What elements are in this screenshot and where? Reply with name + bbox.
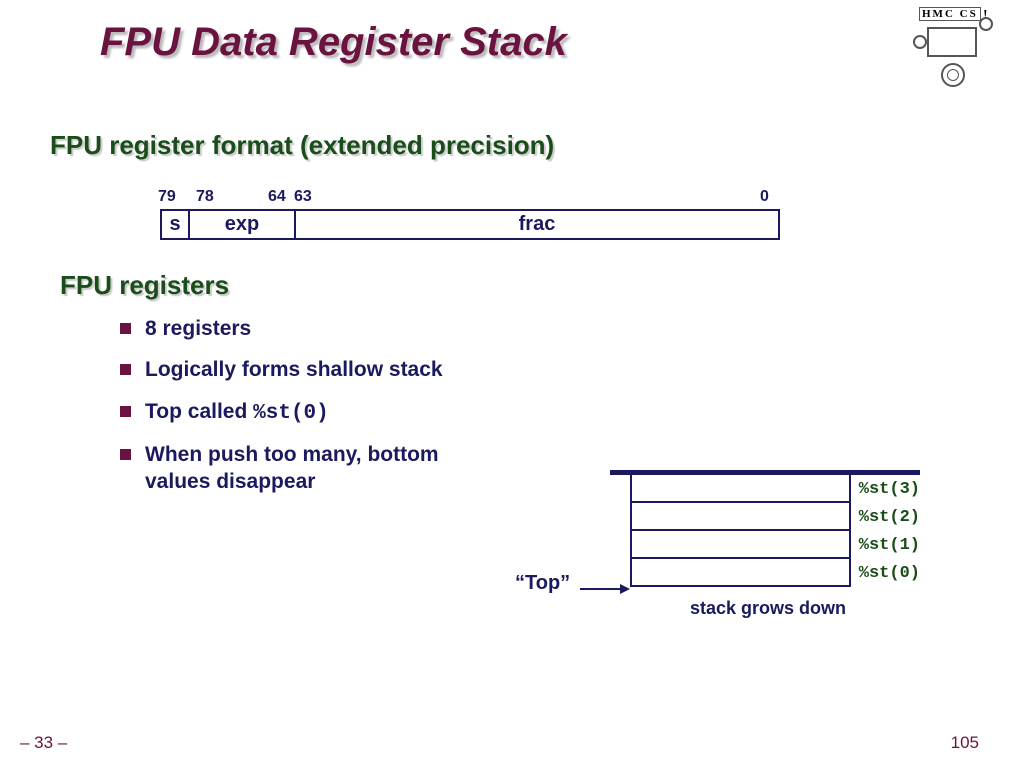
stack-label-2: %st(2): [859, 508, 920, 527]
stack-label-0: %st(0): [859, 564, 920, 583]
register-format-diagram: s exp frac: [160, 209, 780, 240]
bit-63: 63: [294, 188, 312, 206]
logo-arm-left: [913, 35, 927, 49]
bullet-3-text: Top called: [145, 400, 253, 423]
page-number-left: – 33 –: [20, 733, 67, 753]
bit-0: 0: [760, 188, 769, 206]
stack-cell: [630, 503, 851, 531]
bullet-4: When push too many, bottom values disapp…: [120, 441, 480, 496]
stack-row: %st(1): [610, 531, 920, 559]
field-sign: s: [162, 211, 190, 238]
bullet-list: 8 registers Logically forms shallow stac…: [120, 315, 480, 509]
stack-cell: [630, 559, 851, 587]
bit-64: 64: [268, 188, 286, 206]
bullet-1: 8 registers: [120, 315, 480, 342]
stack-label-1: %st(1): [859, 536, 920, 555]
stack-label-3: %st(3): [859, 480, 920, 499]
bit-78: 78: [196, 188, 214, 206]
stack-cell: [630, 475, 851, 503]
bit-position-labels: 79 78 64 63 0: [160, 188, 780, 208]
section-title-format: FPU register format (extended precision): [50, 130, 554, 161]
field-frac: frac: [296, 211, 778, 238]
logo-wheel: [941, 63, 965, 87]
stack-row: %st(2): [610, 503, 920, 531]
stack-grow-text: stack grows down: [690, 598, 846, 619]
section-title-registers: FPU registers: [60, 270, 229, 301]
slide-title: FPU Data Register Stack: [100, 20, 567, 65]
top-label: “Top”: [515, 572, 570, 595]
bit-79: 79: [158, 188, 176, 206]
stack-row: %st(3): [610, 475, 920, 503]
bullet-2: Logically forms shallow stack: [120, 356, 480, 383]
stack-diagram: %st(3) %st(2) %st(1) %st(0) stack grows …: [610, 470, 920, 587]
logo-body: [927, 27, 977, 57]
logo-arm-right: [979, 17, 993, 31]
bullet-3: Top called %st(0): [120, 398, 480, 427]
logo-text: HMC CS: [919, 7, 981, 21]
page-number-right: 105: [951, 733, 979, 753]
field-exp: exp: [190, 211, 296, 238]
stack-cell: [630, 531, 851, 559]
stack-row: %st(0): [610, 559, 920, 587]
bullet-3-code: %st(0): [253, 402, 329, 425]
hmc-cs-logo: HMC CS !: [909, 5, 999, 105]
